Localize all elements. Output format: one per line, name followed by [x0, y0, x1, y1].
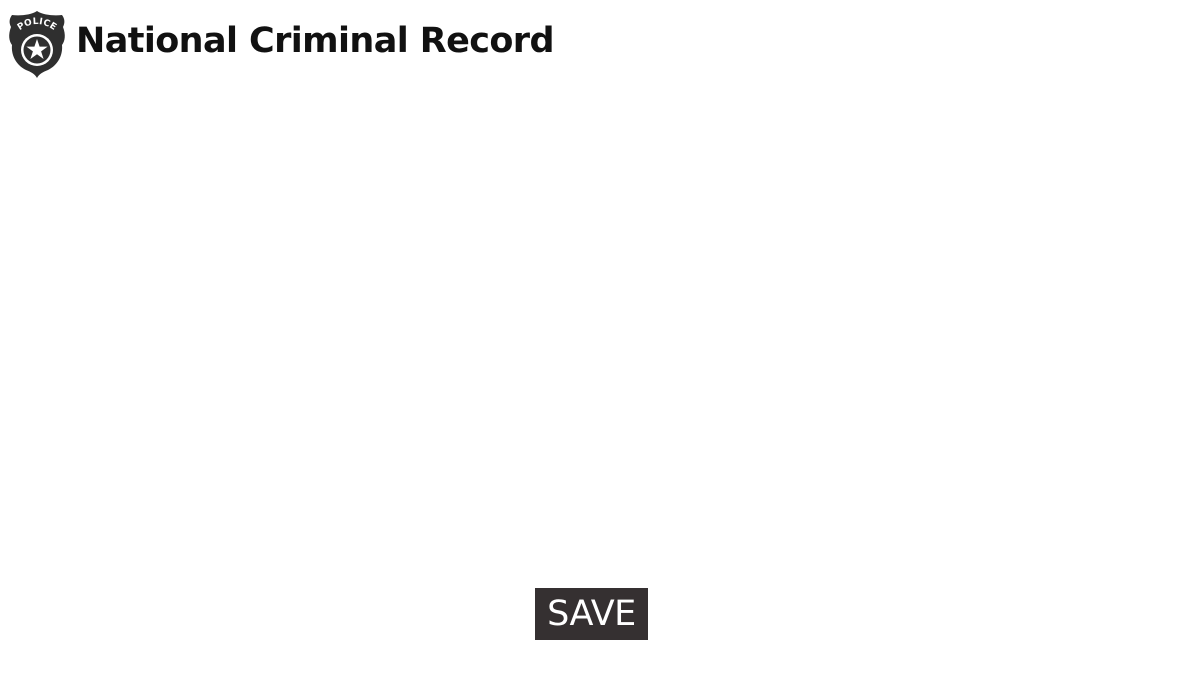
content-area	[0, 90, 1190, 570]
page-title: National Criminal Record	[76, 20, 555, 61]
app-window: POLICE National Criminal Record SAVE	[0, 0, 1190, 678]
header: POLICE National Criminal Record	[6, 8, 555, 80]
police-badge-icon: POLICE	[9, 11, 65, 78]
save-button[interactable]: SAVE	[535, 588, 648, 640]
